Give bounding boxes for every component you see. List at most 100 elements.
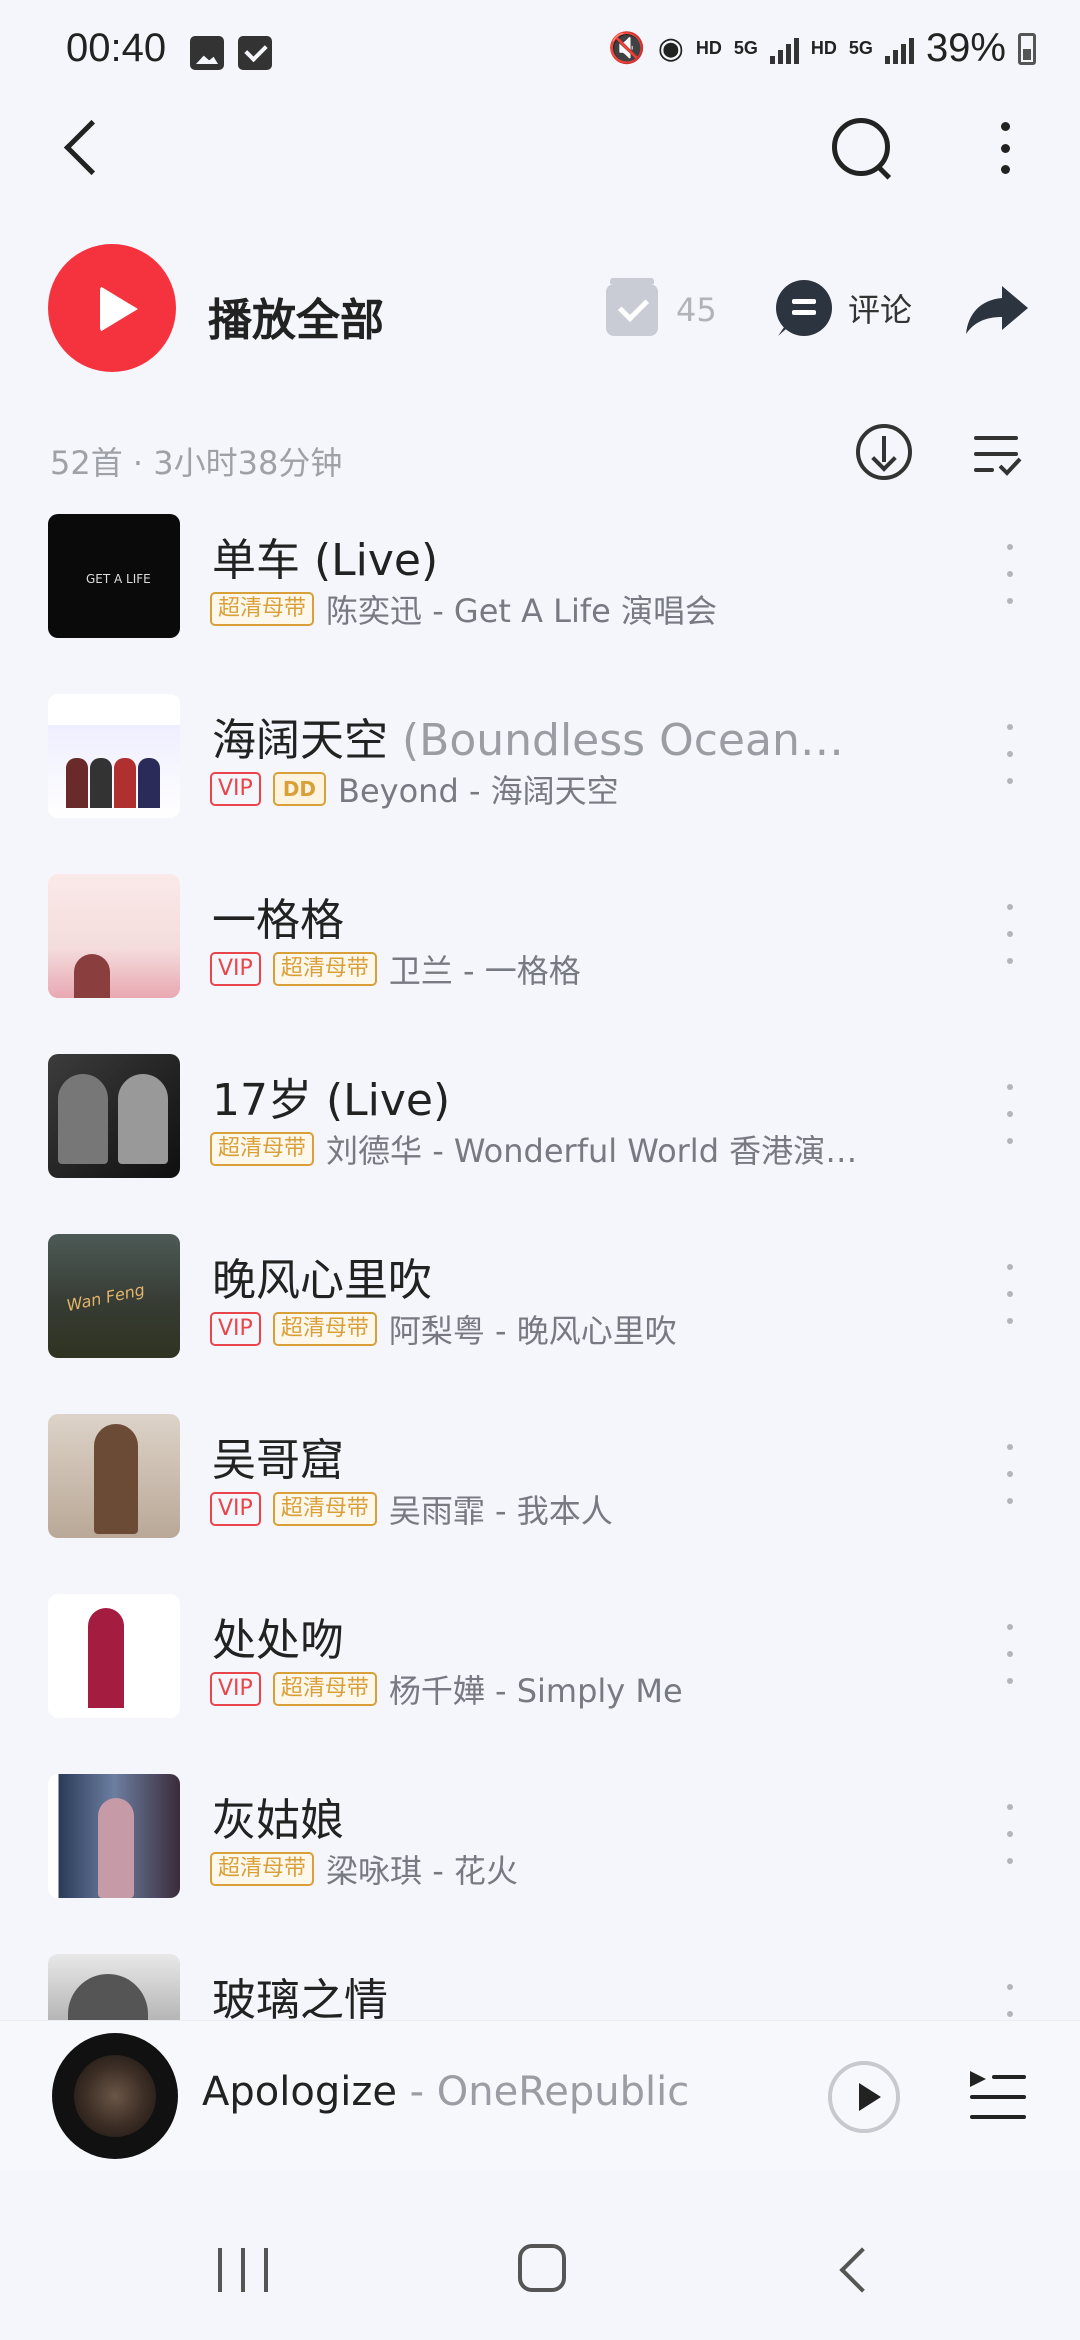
song-artist-album: Beyond - 海阔天空 [338,772,619,810]
share-icon [966,286,1028,334]
song-artist-album: 卫兰 - 一格格 [388,952,581,990]
now-playing-cover[interactable] [52,2033,178,2159]
mini-play-button[interactable] [828,2061,900,2133]
song-artist-album: 刘德华 - Wonderful World 香港演唱… [326,1132,887,1170]
vip-badge: VIP [210,1492,261,1526]
collect-icon [606,278,658,336]
song-meta: VIP 超清母带 阿梨粤 - 晚风心里吹 [210,1306,677,1352]
song-meta: VIP 超清母带 吴雨霏 - 我本人 [210,1486,613,1532]
song-more-button[interactable] [1000,1444,1020,1504]
song-title: 玻璃之情 [212,1975,388,2020]
comment-label: 评论 [848,291,913,329]
song-more-button[interactable] [1000,1624,1020,1684]
now-playing-title: Apologize [202,2069,397,2115]
song-title: 处处吻 [212,1615,344,1666]
song-more-button[interactable] [1000,1264,1020,1324]
hd-label: HD [695,38,722,58]
song-row[interactable]: 一格格 VIP 超清母带 卫兰 - 一格格 [0,868,1080,1048]
comment-button[interactable]: 评论 [776,280,912,336]
song-row[interactable]: 吴哥窟 VIP 超清母带 吴雨霏 - 我本人 [0,1408,1080,1588]
playlist-button[interactable] [970,2071,1026,2123]
album-cover [48,1594,180,1718]
mini-player[interactable]: Apologize - OneRepublic [0,2020,1080,2170]
collect-button[interactable]: 45 [606,278,717,336]
song-title: 17岁 (Live) [212,1075,451,1126]
system-back-button[interactable] [832,2248,876,2292]
song-more-button[interactable] [1000,1804,1020,1864]
song-more-button[interactable] [1000,904,1020,964]
hq-master-badge: 超清母带 [272,1492,377,1526]
song-more-button[interactable] [1000,1084,1020,1144]
song-meta: VIP 超清母带 杨千嬅 - Simply Me [210,1666,683,1712]
vip-badge: VIP [210,772,261,806]
vip-badge: VIP [210,952,261,986]
check-icon [998,457,1022,476]
network-type-label-2: 5G [848,38,873,58]
play-all-label[interactable]: 播放全部 [208,284,384,348]
comment-icon [776,280,832,336]
song-row[interactable]: 晚风心里吹 VIP 超清母带 阿梨粤 - 晚风心里吹 [0,1228,1080,1408]
hq-master-badge: 超清母带 [272,952,377,986]
song-meta: 超清母带 梁咏琪 - 花火 [210,1846,518,1892]
now-playing-artist: OneRepublic [436,2069,690,2115]
hq-master-badge: 超清母带 [210,1132,315,1166]
album-cover [48,694,180,818]
mute-icon: 🔇 [608,32,646,65]
song-meta: VIP 超清母带 卫兰 - 一格格 [210,946,581,992]
song-more-button[interactable] [1000,1984,1020,2020]
song-row[interactable]: 灰姑娘 超清母带 梁咏琪 - 花火 [0,1768,1080,1948]
multi-select-button[interactable] [974,434,1022,476]
hq-master-badge: 超清母带 [210,592,315,626]
song-meta: VIP DD Beyond - 海阔天空 [210,766,619,812]
song-row[interactable]: 单车 (Live) 超清母带 陈奕迅 - Get A Life 演唱会 [0,508,1080,688]
play-indicator-icon [970,2071,986,2087]
album-cover [48,874,180,998]
song-artist-album: 陈奕迅 - Get A Life 演唱会 [326,592,718,630]
song-title: 一格格 [212,895,344,946]
back-button[interactable] [58,120,118,180]
song-row[interactable]: 处处吻 VIP 超清母带 杨千嬅 - Simply Me [0,1588,1080,1768]
album-cover [48,1954,180,2020]
album-cover [48,1054,180,1178]
hq-master-badge: 超清母带 [272,1672,377,1706]
song-artist-album: 阿梨粤 - 晚风心里吹 [388,1312,677,1350]
battery-icon [1018,32,1036,65]
song-count-duration: 52首 · 3小时38分钟 [50,444,343,482]
recent-apps-button[interactable] [218,2248,268,2292]
battery-percent: 39% [925,26,1006,70]
song-list: 单车 (Live) 超清母带 陈奕迅 - Get A Life 演唱会 海阔天空… [0,500,1080,2020]
song-more-button[interactable] [1000,544,1020,604]
song-artist-album: 吴雨霏 - 我本人 [388,1492,613,1530]
search-button[interactable] [826,112,896,182]
song-row[interactable]: 17岁 (Live) 超清母带 刘德华 - Wonderful World 香港… [0,1048,1080,1228]
vip-badge: VIP [210,1312,261,1346]
share-button[interactable] [964,284,1030,336]
song-row[interactable]: 玻璃之情 [0,1948,1080,2020]
song-meta: 超清母带 刘德华 - Wonderful World 香港演唱… [210,1126,886,1172]
vip-badge: VIP [210,1672,261,1706]
song-title: 海阔天空 (Boundless Ocean… [212,715,844,766]
song-title: 单车 (Live) [212,535,439,586]
system-nav-bar [0,2200,1080,2340]
network-type-label: 5G [733,38,758,58]
now-playing-separator: - [396,2069,437,2115]
song-more-button[interactable] [1000,724,1020,784]
more-options-button[interactable] [990,118,1020,178]
list-meta: 52首 · 3小时38分钟 [0,420,1080,500]
status-bar: 00:40 🔇 ◉ HD 5G HD 5G 39% [0,0,1080,100]
download-button[interactable] [856,424,912,480]
top-nav [0,100,1080,200]
signal-icon [769,34,799,64]
song-title: 吴哥窟 [212,1435,344,1486]
song-row[interactable]: 海阔天空 (Boundless Ocean… VIP DD Beyond - 海… [0,688,1080,868]
status-notification-icons [190,36,272,70]
home-button[interactable] [518,2244,566,2292]
hq-master-badge: 超清母带 [272,1312,377,1346]
hq-master-badge: 超清母带 [210,1852,315,1886]
song-title: 晚风心里吹 [212,1255,432,1306]
album-cover [48,1774,180,1898]
now-playing-info[interactable]: Apologize - OneRepublic [202,2069,689,2115]
status-indicators: 🔇 ◉ HD 5G HD 5G 39% [608,26,1036,71]
play-all-button[interactable] [48,244,176,372]
dolby-badge: DD [272,772,327,806]
